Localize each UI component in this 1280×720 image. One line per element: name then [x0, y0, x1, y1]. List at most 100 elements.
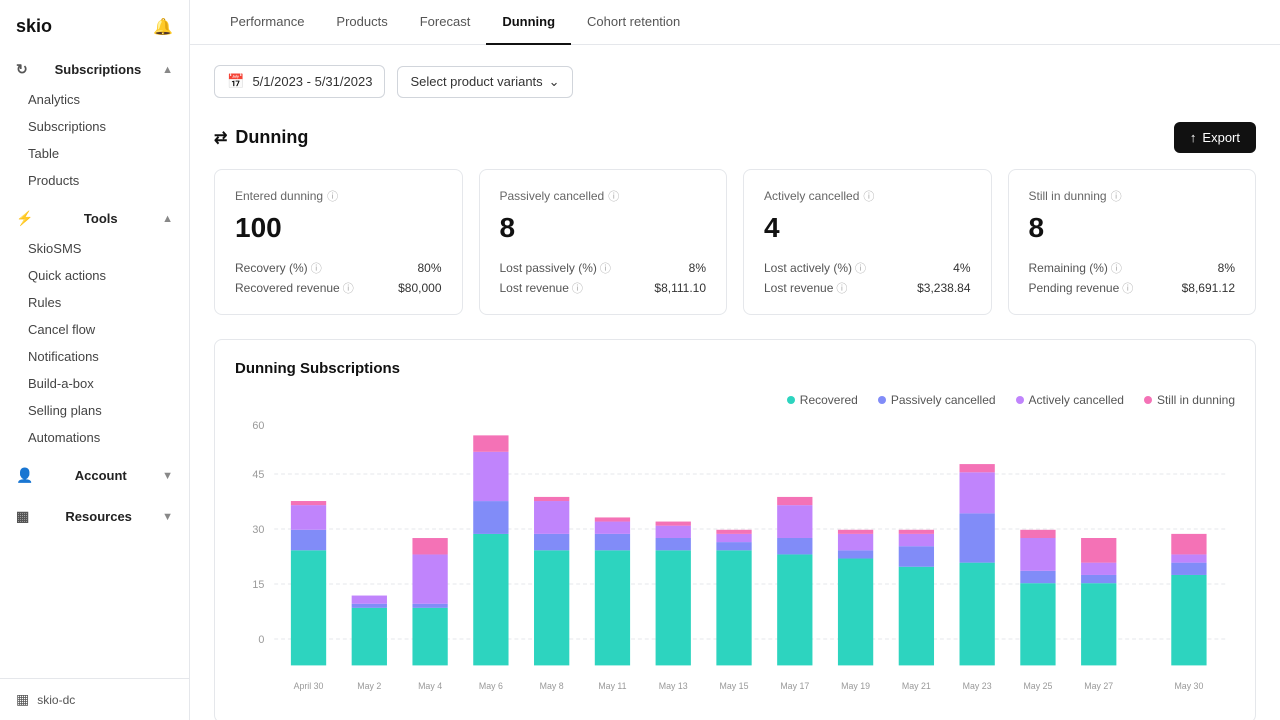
resources-section-header[interactable]: ▦ Resources ▼	[0, 500, 189, 533]
entered-dunning-label: Entered dunning ⓘ	[235, 188, 442, 204]
app-logo: skio	[16, 16, 52, 37]
legend-dot-actively	[1016, 396, 1024, 404]
bar-passively-5	[595, 534, 630, 550]
bar-still-0	[291, 501, 326, 505]
bar-actively-6	[656, 526, 691, 538]
bar-recovered-0	[291, 550, 326, 665]
subscriptions-section: ↻ Subscriptions ▲ Analytics Subscription…	[0, 49, 189, 198]
passively-cancelled-details: Lost passively (%) ⓘ 8% Lost revenue ⓘ $…	[500, 260, 707, 296]
bar-actively-0	[291, 505, 326, 530]
tab-forecast[interactable]: Forecast	[404, 0, 487, 45]
sidebar-item-products[interactable]: Products	[0, 167, 189, 194]
bar-recovered-11	[960, 563, 995, 666]
account-section-header[interactable]: 👤 Account ▼	[0, 459, 189, 492]
remaining-pct-info-icon[interactable]: ⓘ	[1111, 260, 1122, 276]
bar-still-12	[1020, 530, 1055, 538]
subscriptions-chevron-icon: ▲	[162, 64, 173, 76]
still-in-dunning-value: 8	[1029, 212, 1236, 244]
legend-actively-cancelled: Actively cancelled	[1016, 393, 1124, 407]
bar-recovered-8	[777, 554, 812, 665]
lost-passively-pct-value: 8%	[689, 261, 706, 275]
subscriptions-section-header[interactable]: ↻ Subscriptions ▲	[0, 53, 189, 86]
bar-recovered-4	[534, 550, 569, 665]
tabs-bar: Performance Products Forecast Dunning Co…	[190, 0, 1280, 45]
lost-revenue-passively-value: $8,111.10	[654, 281, 706, 295]
bar-still-14	[1171, 534, 1206, 555]
sidebar-item-quick-actions[interactable]: Quick actions	[0, 262, 189, 289]
bar-passively-1	[352, 604, 387, 608]
still-in-dunning-details: Remaining (%) ⓘ 8% Pending revenue ⓘ $8,…	[1029, 260, 1236, 296]
tools-section-header[interactable]: ⚡ Tools ▲	[0, 202, 189, 235]
chart-section: Dunning Subscriptions Recovered Passivel…	[214, 339, 1256, 720]
sidebar-item-automations[interactable]: Automations	[0, 424, 189, 451]
pending-revenue-row: Pending revenue ⓘ $8,691.12	[1029, 280, 1236, 296]
lost-actively-pct-info-icon[interactable]: ⓘ	[855, 260, 866, 276]
recovery-pct-info-icon[interactable]: ⓘ	[311, 260, 322, 276]
tab-performance[interactable]: Performance	[214, 0, 320, 45]
account-section: 👤 Account ▼	[0, 455, 189, 496]
workspace-icon: ▦	[16, 691, 29, 708]
sidebar-item-skiosms[interactable]: SkioSMS	[0, 235, 189, 262]
tab-cohort-retention[interactable]: Cohort retention	[571, 0, 696, 45]
sidebar-item-selling-plans[interactable]: Selling plans	[0, 397, 189, 424]
sidebar-item-build-a-box[interactable]: Build-a-box	[0, 370, 189, 397]
account-section-label: Account	[75, 468, 127, 483]
actively-cancelled-value: 4	[764, 212, 971, 244]
calendar-icon: 📅	[227, 73, 244, 90]
bar-still-10	[899, 530, 934, 534]
bar-recovered-2	[412, 608, 447, 666]
bar-passively-0	[291, 530, 326, 551]
remaining-pct-value: 8%	[1218, 261, 1235, 275]
sidebar-item-cancel-flow[interactable]: Cancel flow	[0, 316, 189, 343]
resources-chevron-icon: ▼	[162, 511, 173, 523]
pending-revenue-info-icon[interactable]: ⓘ	[1122, 280, 1133, 296]
entered-dunning-info-icon[interactable]: ⓘ	[327, 188, 338, 204]
bar-actively-14	[1171, 554, 1206, 562]
bar-actively-11	[960, 472, 995, 513]
still-in-dunning-info-icon[interactable]: ⓘ	[1111, 188, 1122, 204]
bar-passively-9	[838, 550, 873, 558]
dunning-icon: ⇄	[214, 128, 227, 148]
bar-passively-14	[1171, 563, 1206, 575]
date-range-filter[interactable]: 📅 5/1/2023 - 5/31/2023	[214, 65, 385, 98]
bar-passively-3	[473, 501, 508, 534]
bar-passively-12	[1020, 571, 1055, 583]
export-button[interactable]: ↑ Export	[1174, 122, 1256, 153]
tab-dunning[interactable]: Dunning	[486, 0, 571, 45]
account-chevron-icon: ▼	[162, 470, 173, 482]
pending-revenue-value: $8,691.12	[1182, 281, 1235, 295]
subscriptions-section-label: Subscriptions	[55, 62, 142, 77]
lost-passively-pct-row: Lost passively (%) ⓘ 8%	[500, 260, 707, 276]
bar-actively-5	[595, 522, 630, 534]
actively-cancelled-details: Lost actively (%) ⓘ 4% Lost revenue ⓘ $3…	[764, 260, 971, 296]
sidebar: skio 🔔 ↻ Subscriptions ▲ Analytics Subsc…	[0, 0, 190, 720]
bar-recovered-14	[1171, 575, 1206, 665]
bar-still-2	[412, 538, 447, 554]
tab-products[interactable]: Products	[320, 0, 403, 45]
bar-actively-4	[534, 501, 569, 534]
product-variants-filter[interactable]: Select product variants ⌄	[397, 66, 572, 98]
bar-passively-2	[412, 604, 447, 608]
recovered-revenue-info-icon[interactable]: ⓘ	[343, 280, 354, 296]
stats-grid: Entered dunning ⓘ 100 Recovery (%) ⓘ 80%	[214, 169, 1256, 315]
sidebar-item-subscriptions[interactable]: Subscriptions	[0, 113, 189, 140]
notification-bell-icon[interactable]: 🔔	[153, 17, 173, 37]
lost-revenue-actively-info-icon[interactable]: ⓘ	[836, 280, 847, 296]
lost-revenue-passively-info-icon[interactable]: ⓘ	[572, 280, 583, 296]
lost-passively-pct-info-icon[interactable]: ⓘ	[600, 260, 611, 276]
chevron-down-icon: ⌄	[549, 74, 560, 90]
sidebar-item-table[interactable]: Table	[0, 140, 189, 167]
stat-card-passively-cancelled: Passively cancelled ⓘ 8 Lost passively (…	[479, 169, 728, 315]
sidebar-item-analytics[interactable]: Analytics	[0, 86, 189, 113]
sidebar-item-rules[interactable]: Rules	[0, 289, 189, 316]
sidebar-logo-area: skio 🔔	[0, 0, 189, 49]
bar-recovered-10	[899, 567, 934, 666]
filters-row: 📅 5/1/2023 - 5/31/2023 Select product va…	[214, 65, 1256, 98]
lost-revenue-actively-value: $3,238.84	[917, 281, 970, 295]
bar-recovered-9	[838, 559, 873, 666]
passively-cancelled-info-icon[interactable]: ⓘ	[608, 188, 619, 204]
sidebar-item-notifications[interactable]: Notifications	[0, 343, 189, 370]
dunning-title: Dunning	[235, 127, 308, 148]
content-area: 📅 5/1/2023 - 5/31/2023 Select product va…	[190, 45, 1280, 720]
actively-cancelled-info-icon[interactable]: ⓘ	[863, 188, 874, 204]
